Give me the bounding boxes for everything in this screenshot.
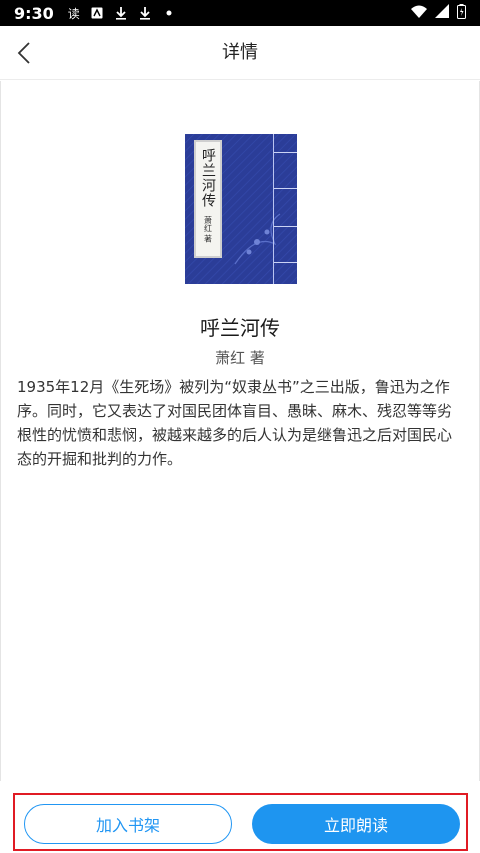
wifi-icon xyxy=(411,4,427,22)
signal-icon xyxy=(435,4,449,22)
dot-icon xyxy=(162,6,176,20)
cover-author: 萧红 著 xyxy=(203,216,213,243)
cover-title: 呼兰河传 xyxy=(200,148,216,208)
read-now-button[interactable]: 立即朗读 xyxy=(252,804,460,844)
page-title: 详情 xyxy=(222,42,258,63)
download-icon xyxy=(138,6,152,20)
download-icon xyxy=(114,6,128,20)
book-detail-content: 呼兰河传 萧红 著 呼兰河传 萧红 著 1935年12月《生死场》被列为“奴隶丛… xyxy=(0,81,480,781)
chevron-left-icon xyxy=(17,42,30,64)
status-notification-text: 读 xyxy=(67,6,80,21)
status-left: 9:30 读 xyxy=(14,4,176,23)
status-bar: 9:30 读 xyxy=(0,0,480,26)
battery-icon xyxy=(457,3,466,23)
nav-bar: 详情 xyxy=(0,26,480,80)
book-title: 呼兰河传 xyxy=(200,316,280,340)
cover-label: 呼兰河传 萧红 著 xyxy=(194,140,222,258)
cover-spine xyxy=(273,134,297,284)
back-button[interactable] xyxy=(6,34,42,72)
status-right xyxy=(411,3,466,23)
bottom-action-bar: 加入书架 立即朗读 xyxy=(13,793,468,851)
book-cover[interactable]: 呼兰河传 萧红 著 xyxy=(185,134,297,284)
app-notification-icon xyxy=(90,6,104,20)
status-time: 9:30 xyxy=(14,3,54,23)
book-author: 萧红 著 xyxy=(215,349,265,367)
add-to-shelf-button[interactable]: 加入书架 xyxy=(24,804,232,844)
book-description: 1935年12月《生死场》被列为“奴隶丛书”之三出版，鲁迅为之作序。同时，它又表… xyxy=(17,378,453,468)
